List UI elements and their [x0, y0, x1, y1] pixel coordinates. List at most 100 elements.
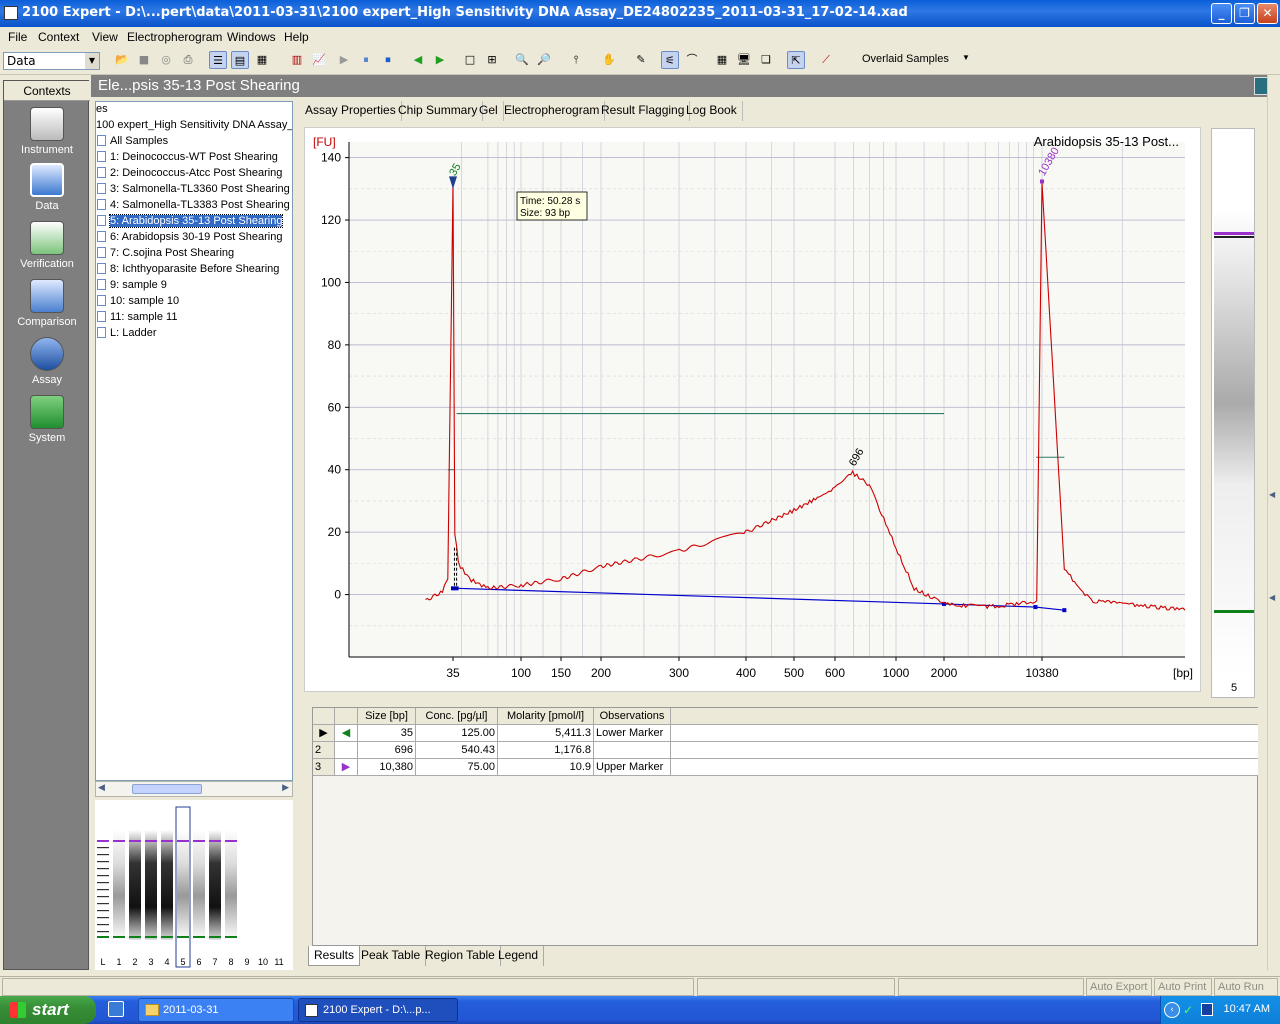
context-system[interactable]: System	[4, 395, 90, 450]
forward-arrow-icon[interactable]: ▶	[431, 51, 449, 69]
tree-horizontal-scrollbar[interactable]: ◀ ▶	[95, 781, 293, 797]
gel-lane-label[interactable]: 4	[159, 957, 175, 967]
column-header-conc[interactable]: Conc. [pg/µl]	[416, 708, 498, 725]
context-select[interactable]: Data ▼	[3, 52, 100, 70]
save-icon[interactable]: ■	[135, 51, 153, 69]
column-header-size[interactable]: Size [bp]	[358, 708, 416, 725]
windows-icon[interactable]: ❏	[757, 51, 775, 69]
checkbox-icon[interactable]	[97, 215, 106, 226]
electropherogram-chart[interactable]: 0 20 40 60 80 100 120 140 35 100 150 200 300 400 500 60…	[305, 128, 1202, 693]
tab-peak-table[interactable]: Peak Table	[356, 946, 427, 966]
tab-legend[interactable]: Legend	[493, 946, 545, 966]
tree-item-sample-selected[interactable]: 5: Arabidopsis 35-13 Post Shearing	[96, 214, 284, 230]
gel-lane-label[interactable]: 11	[271, 957, 287, 967]
table-view-icon[interactable]: ▦	[253, 51, 271, 69]
title-bar[interactable]: 2100 Expert - D:\...pert\data\2011-03-31…	[0, 0, 1280, 27]
overlay-toggle-icon[interactable]: ⚟	[661, 51, 679, 69]
tray-app-icon[interactable]	[1201, 1003, 1213, 1016]
tree-item-sample[interactable]: 8: Ichthyoparasite Before Shearing	[96, 263, 279, 278]
gel-lane[interactable]	[145, 830, 157, 940]
start-button[interactable]: start	[0, 996, 96, 1024]
menu-help[interactable]: Help	[284, 30, 309, 44]
tab-chip-summary[interactable]: Chip Summary	[393, 101, 484, 121]
gel-lane[interactable]	[129, 830, 141, 940]
table-cell-size[interactable]: 35	[358, 725, 416, 742]
table-cell-size[interactable]: 696	[358, 742, 416, 759]
checkbox-icon[interactable]	[97, 167, 106, 178]
right-edge-scrollbar[interactable]: ◀ ◀	[1267, 75, 1280, 970]
electropherogram-panel[interactable]: 0 20 40 60 80 100 120 140 35 100 150 200 300 400 500 60…	[304, 127, 1201, 692]
table-cell-molarity[interactable]: 5,411.3	[498, 725, 594, 742]
gel-lane[interactable]	[209, 830, 221, 940]
checkbox-icon[interactable]	[97, 231, 106, 242]
tree-item-sample[interactable]: 10: sample 10	[96, 295, 179, 310]
curve-icon[interactable]: ⌒	[683, 51, 701, 69]
tab-log-book[interactable]: Log Book	[681, 101, 743, 121]
gel-lane-label[interactable]: 3	[143, 957, 159, 967]
quick-launch-icon[interactable]	[108, 1001, 124, 1017]
table-cell-conc[interactable]: 125.00	[416, 725, 498, 742]
gel-lane-label[interactable]: 1	[111, 957, 127, 967]
gel-lane-label[interactable]: 8	[223, 957, 239, 967]
open-folder-icon[interactable]: 📂	[113, 51, 131, 69]
table-cell-size[interactable]: 10,380	[358, 759, 416, 776]
play-icon[interactable]: ▶	[335, 51, 353, 69]
export-icon[interactable]: ◎	[157, 51, 175, 69]
print-icon[interactable]: ⎙	[179, 51, 197, 69]
table-row-number[interactable]: 3	[313, 759, 335, 776]
scroll-left-icon[interactable]: ◀	[98, 783, 105, 793]
gel-lane-label[interactable]: L	[95, 957, 111, 967]
single-view-icon[interactable]: □	[461, 51, 479, 69]
lane-view-icon[interactable]: ▥	[288, 51, 306, 69]
tree-item[interactable]: 100 expert_High Sensitivity DNA Assay_	[96, 119, 292, 134]
menu-windows[interactable]: Windows	[227, 30, 276, 44]
tree-item-sample[interactable]: 7: C.sojina Post Shearing	[96, 247, 234, 262]
tab-result-flagging[interactable]: Result Flagging	[596, 101, 691, 121]
gel-lane-label[interactable]: 7	[207, 957, 223, 967]
table-cell-observations[interactable]	[594, 742, 671, 759]
pause-icon[interactable]: ⏸	[357, 51, 375, 69]
axis-icon[interactable]: ⟋	[817, 51, 835, 69]
scale-icon[interactable]: ⇱	[787, 51, 805, 69]
gel-lane[interactable]	[193, 830, 205, 940]
chevron-down-icon[interactable]: ▼	[962, 53, 970, 62]
gel-lane-label[interactable]: 2	[127, 957, 143, 967]
peak-tool-icon[interactable]: ⫯	[567, 51, 585, 69]
stop-icon[interactable]: ⏹	[379, 51, 397, 69]
chevron-down-icon[interactable]: ▼	[85, 53, 99, 69]
zoom-in-icon[interactable]: 🔍	[513, 51, 531, 69]
scroll-left-icon[interactable]: ◀	[1269, 490, 1275, 499]
row-selector-icon[interactable]: ▶	[313, 725, 335, 742]
tab-results[interactable]: Results	[308, 946, 361, 966]
checkbox-icon[interactable]	[97, 295, 106, 306]
table-cell-molarity[interactable]: 10.9	[498, 759, 594, 776]
table-row-number[interactable]: 2	[313, 742, 335, 759]
tab-assay-properties[interactable]: Assay Properties	[300, 101, 402, 121]
zoom-out-icon[interactable]: 🔎	[535, 51, 553, 69]
gel-lane[interactable]	[225, 830, 237, 940]
tree-item-sample[interactable]: 9: sample 9	[96, 279, 167, 294]
tree-item-sample[interactable]: 2: Deinococcus-Atcc Post Shearing	[96, 167, 282, 182]
taskbar-item-folder[interactable]: 2011-03-31	[138, 998, 294, 1022]
tree-item-sample[interactable]: 1: Deinococcus-WT Post Shearing	[96, 151, 278, 166]
tray-check-icon[interactable]: ✓	[1183, 1003, 1193, 1017]
gel-lane[interactable]	[161, 830, 173, 940]
tree-item-sample[interactable]: 3: Salmonella-TL3360 Post Shearing	[96, 183, 290, 198]
checkbox-icon[interactable]	[97, 183, 106, 194]
hand-tool-icon[interactable]: ✋	[600, 51, 618, 69]
checkbox-icon[interactable]	[97, 279, 106, 290]
table-icon[interactable]: ▦	[713, 51, 731, 69]
tree-item-sample[interactable]: 11: sample 11	[96, 311, 177, 326]
gel-lane-label[interactable]: 10	[255, 957, 271, 967]
gel-thumbnail[interactable]: L 1 2 3 4 5 6 7 8 9 10 11	[95, 800, 293, 970]
table-cell-observations[interactable]: Lower Marker	[594, 725, 671, 742]
checkbox-icon[interactable]	[97, 135, 106, 146]
checkbox-icon[interactable]	[97, 247, 106, 258]
overlay-select[interactable]: Overlaid Samples ▼	[862, 53, 977, 69]
monitor-icon[interactable]: 🖥	[735, 51, 753, 69]
grid-view-icon[interactable]: ⊞	[483, 51, 501, 69]
maximize-button[interactable]: ❐	[1234, 3, 1255, 24]
tab-electropherogram[interactable]: Electropherogram	[499, 101, 606, 121]
checkbox-icon[interactable]	[97, 151, 106, 162]
scroll-right-icon[interactable]: ◀	[1269, 593, 1275, 602]
